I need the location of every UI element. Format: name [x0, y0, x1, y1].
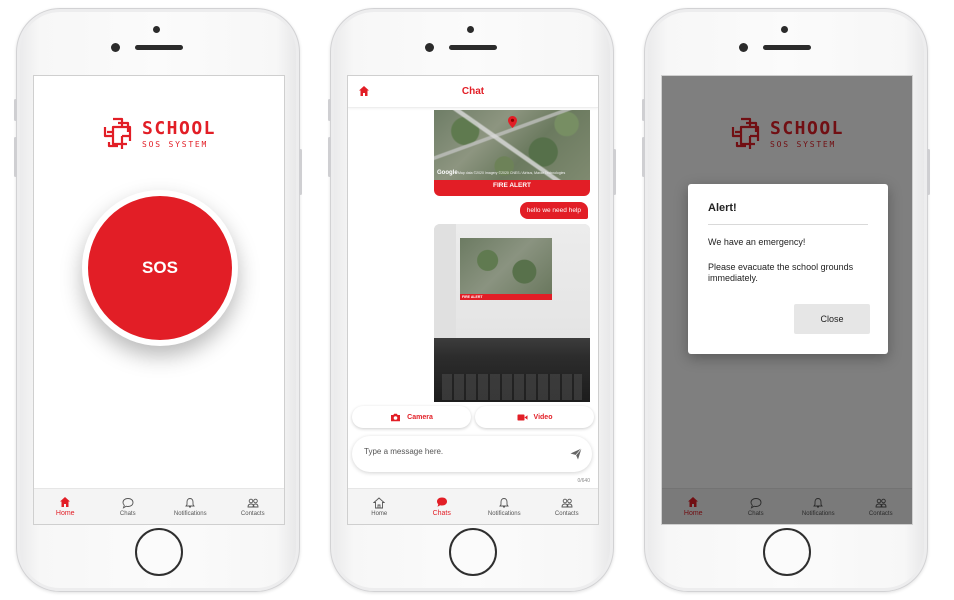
- tab-label: Notifications: [173, 510, 207, 517]
- camera-icon: [391, 413, 401, 421]
- fire-alert-label: FIRE ALERT: [492, 182, 532, 189]
- tab-chats[interactable]: Chats: [97, 489, 160, 524]
- tab-label: Notifications: [487, 510, 521, 517]
- camera-dot: [153, 26, 160, 33]
- camera-label: Camera: [407, 413, 433, 421]
- front-camera: [111, 43, 120, 52]
- home-button[interactable]: [135, 528, 183, 576]
- people-icon: [561, 498, 573, 507]
- close-button[interactable]: Close: [794, 304, 870, 334]
- home-icon: [373, 496, 386, 508]
- message-composer: [352, 436, 592, 472]
- logo-icon: [103, 117, 132, 149]
- front-camera: [739, 43, 748, 52]
- tab-contacts[interactable]: Contacts: [536, 489, 599, 524]
- phone-chat: Chat Google Map data ©2020 Imagery ©2020…: [328, 8, 616, 592]
- photo-map: [460, 238, 552, 294]
- tab-notifications[interactable]: Notifications: [473, 489, 536, 524]
- sos-button[interactable]: SOS: [88, 196, 232, 340]
- photo-keyboard: [442, 374, 582, 400]
- alert-dialog: Alert! We have an emergency! Please evac…: [688, 184, 888, 354]
- tab-home[interactable]: Home: [34, 489, 97, 524]
- home-button[interactable]: [449, 528, 497, 576]
- photo-message[interactable]: FIRE ALERT: [434, 224, 590, 402]
- home-screen: SCHOOL SOS SYSTEM SOS Home Chats Notific…: [33, 75, 285, 525]
- earpiece-speaker: [763, 45, 811, 50]
- bell-icon: [499, 497, 510, 507]
- front-camera: [425, 43, 434, 52]
- phone-home: SCHOOL SOS SYSTEM SOS Home Chats Notific…: [14, 8, 302, 592]
- mute-switch: [14, 99, 17, 121]
- volume-button: [642, 137, 645, 177]
- power-button: [613, 149, 616, 195]
- app-logo: SCHOOL SOS SYSTEM: [34, 116, 284, 156]
- tab-label: Contacts: [240, 510, 265, 517]
- map-pin-icon: [508, 116, 517, 128]
- chat-screen: Chat Google Map data ©2020 Imagery ©2020…: [347, 75, 599, 525]
- tab-label: Chats: [432, 510, 451, 517]
- dialog-divider: [708, 224, 868, 225]
- dialog-message-line1: We have an emergency!: [708, 237, 806, 247]
- tab-bar: Home Chats Notifications Contacts: [348, 488, 598, 524]
- tab-label: Home: [371, 510, 388, 517]
- bell-icon: [185, 497, 196, 507]
- earpiece-speaker: [135, 45, 183, 50]
- photo-sidebar: [434, 224, 456, 338]
- power-button: [927, 149, 930, 195]
- camera-button[interactable]: Camera: [352, 406, 471, 428]
- logo-subtitle: SOS SYSTEM: [142, 140, 209, 149]
- dialog-title: Alert!: [708, 202, 737, 214]
- tab-home[interactable]: Home: [348, 489, 411, 524]
- logo-title: SCHOOL: [142, 118, 217, 139]
- send-icon[interactable]: [570, 448, 582, 460]
- tab-notifications[interactable]: Notifications: [159, 489, 222, 524]
- video-label: Video: [533, 413, 553, 421]
- text-message: hello we need help: [519, 202, 588, 219]
- sos-button-ring: SOS: [82, 190, 238, 346]
- video-button[interactable]: Video: [475, 406, 594, 428]
- camera-dot: [467, 26, 474, 33]
- mute-switch: [328, 99, 331, 121]
- volume-button: [328, 137, 331, 177]
- tab-contacts[interactable]: Contacts: [222, 489, 285, 524]
- camera-dot: [781, 26, 788, 33]
- message-input[interactable]: [364, 447, 544, 456]
- mute-switch: [642, 99, 645, 121]
- chat-header: Chat: [348, 76, 598, 108]
- power-button: [299, 149, 302, 195]
- map-google-logo: Google: [437, 170, 458, 176]
- tab-label: Chats: [119, 510, 136, 517]
- people-icon: [247, 498, 259, 507]
- chat-bubble-icon: [122, 497, 134, 509]
- dialog-message-line2: Please evacuate the school grounds immed…: [708, 262, 854, 283]
- tab-label: Home: [55, 510, 75, 517]
- logo-text: SCHOOL SOS SYSTEM: [142, 120, 216, 150]
- tab-chats[interactable]: Chats: [411, 489, 474, 524]
- map-attribution: Map data ©2020 Imagery ©2020 CNES / Airb…: [458, 171, 566, 175]
- chat-title: Chat: [461, 86, 485, 97]
- home-button[interactable]: [763, 528, 811, 576]
- location-message[interactable]: Google Map data ©2020 Imagery ©2020 CNES…: [434, 110, 590, 196]
- earpiece-speaker: [449, 45, 497, 50]
- tab-bar: Home Chats Notifications Contacts: [34, 488, 284, 524]
- phone-alert: SCHOOL SOS SYSTEM Home Chats Notificatio…: [642, 8, 930, 592]
- character-count: 0/640: [577, 478, 590, 484]
- chat-bubble-icon: [436, 497, 447, 507]
- volume-button: [14, 137, 17, 177]
- home-icon: [60, 497, 71, 507]
- media-actions: Camera Video: [352, 406, 594, 428]
- photo-fire-label: FIRE ALERT: [462, 295, 483, 299]
- tab-label: Contacts: [554, 510, 579, 517]
- alert-screen: SCHOOL SOS SYSTEM Home Chats Notificatio…: [661, 75, 913, 525]
- video-camera-icon: [517, 414, 528, 420]
